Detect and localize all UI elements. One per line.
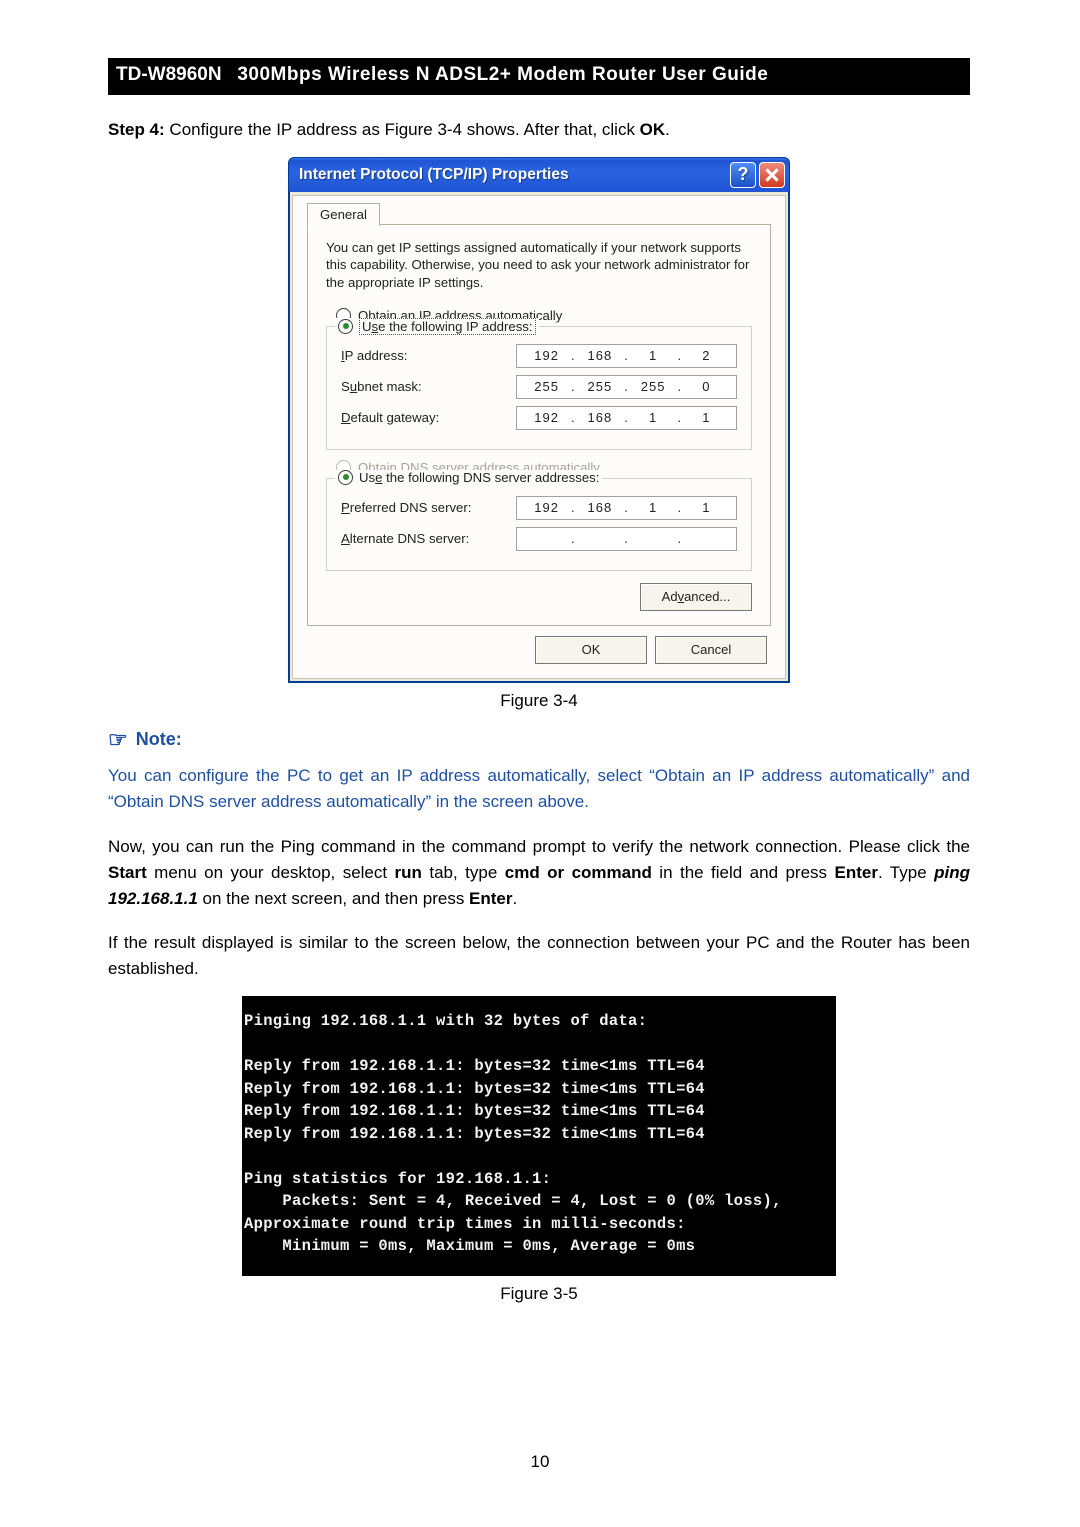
help-button[interactable]: ? — [730, 162, 756, 188]
note-heading-text: Note: — [136, 729, 182, 750]
close-icon — [765, 168, 779, 182]
ip-address-input[interactable]: 192. 168. 1. 2 — [516, 344, 737, 368]
dialog-intro: You can get IP settings assigned automat… — [326, 239, 752, 292]
note-heading: ☞ Note: — [108, 729, 970, 751]
default-gateway-input[interactable]: 192. 168. 1. 1 — [516, 406, 737, 430]
dialog-titlebar: Internet Protocol (TCP/IP) Properties ? — [289, 158, 789, 192]
radio-icon — [338, 319, 353, 334]
preferred-dns-label: Preferred DNS server: — [341, 500, 516, 515]
radio-dns-use[interactable]: Use the following DNS server addresses: — [335, 470, 602, 485]
page-number: 10 — [0, 1452, 1080, 1472]
radio-icon — [338, 470, 353, 485]
radio-ip-use[interactable]: Use the following IP address: — [335, 318, 539, 335]
ip-group: Use the following IP address: IP address… — [326, 326, 752, 450]
figure-3-5-caption: Figure 3-5 — [108, 1284, 970, 1304]
close-button[interactable] — [759, 162, 785, 188]
doc-title: 300Mbps Wireless N ADSL2+ Modem Router U… — [232, 58, 970, 92]
para-result: If the result displayed is similar to th… — [108, 930, 970, 983]
model-label: TD-W8960N — [108, 58, 232, 92]
step4-ok: OK — [640, 120, 666, 139]
hand-icon: ☞ — [108, 729, 128, 751]
doc-header: TD-W8960N 300Mbps Wireless N ADSL2+ Mode… — [108, 58, 970, 95]
ok-button[interactable]: OK — [535, 636, 647, 664]
alternate-dns-input[interactable]: . . . — [516, 527, 737, 551]
default-gateway-label: Default gateway: — [341, 410, 516, 425]
step4-prefix: Step 4: — [108, 120, 165, 139]
advanced-button[interactable]: Advanced... — [640, 583, 752, 611]
radio-dns-use-label: Use the following DNS server addresses: — [359, 470, 599, 485]
command-prompt-output: Pinging 192.168.1.1 with 32 bytes of dat… — [242, 996, 836, 1275]
preferred-dns-input[interactable]: 192. 168. 1. 1 — [516, 496, 737, 520]
radio-ip-use-label: Use the following IP address: — [359, 318, 536, 335]
doc-title-text: 300Mbps Wireless N ADSL2+ Modem Router U… — [237, 64, 768, 85]
tab-general[interactable]: General — [307, 203, 380, 226]
step4-text-a: Configure the IP address as Figure 3-4 s… — [169, 120, 639, 139]
subnet-mask-label: Subnet mask: — [341, 379, 516, 394]
dns-group: Use the following DNS server addresses: … — [326, 478, 752, 571]
tcpip-dialog: Internet Protocol (TCP/IP) Properties ? … — [288, 157, 790, 683]
ip-address-label: IP address: — [341, 348, 516, 363]
dialog-title: Internet Protocol (TCP/IP) Properties — [299, 166, 727, 184]
subnet-mask-input[interactable]: 255. 255. 255. 0 — [516, 375, 737, 399]
note-body: You can configure the PC to get an IP ad… — [108, 763, 970, 816]
tab-content: You can get IP settings assigned automat… — [307, 224, 771, 626]
alternate-dns-label: Alternate DNS server: — [341, 531, 516, 546]
step4-line: Step 4: Configure the IP address as Figu… — [108, 117, 970, 143]
step4-text-b: . — [665, 120, 670, 139]
cancel-button[interactable]: Cancel — [655, 636, 767, 664]
figure-3-4-caption: Figure 3-4 — [108, 691, 970, 711]
para-run-ping: Now, you can run the Ping command in the… — [108, 834, 970, 913]
